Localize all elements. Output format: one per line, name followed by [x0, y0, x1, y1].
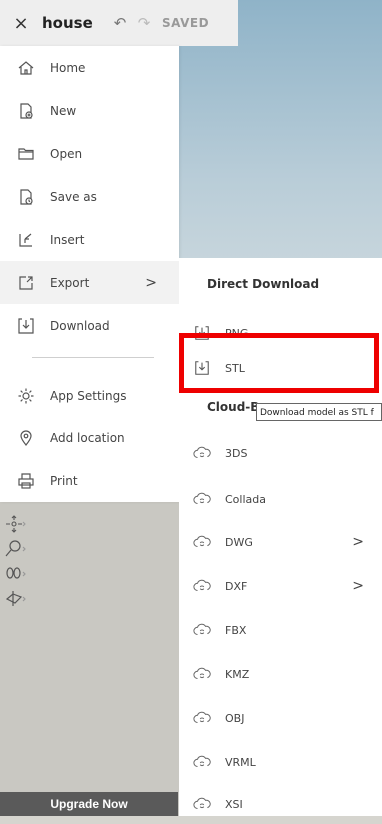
cloud-sync-icon: [193, 753, 211, 771]
section-tool[interactable]: [4, 589, 34, 613]
cloud-sync-icon: [193, 444, 211, 462]
export-item-fbx[interactable]: FBX: [179, 610, 382, 650]
export-item-label: OBJ: [225, 711, 245, 725]
menu-item-label: New: [50, 103, 77, 118]
cloud-sync-icon: [193, 577, 211, 595]
undo-icon[interactable]: ↶: [108, 14, 132, 32]
menu-item-new[interactable]: New: [0, 89, 179, 132]
export-icon: [16, 273, 36, 293]
export-item-xsi[interactable]: XSI: [179, 784, 382, 824]
stl-tooltip: Download model as STL f: [256, 403, 382, 421]
menu-item-label: App Settings: [50, 388, 127, 403]
top-bar: × house ↶ ↷ SAVED: [0, 0, 238, 46]
stl-highlight-box: [179, 333, 379, 393]
menu-item-home[interactable]: Home: [0, 46, 179, 89]
upgrade-now-button[interactable]: Upgrade Now: [0, 792, 178, 816]
export-item-obj[interactable]: OBJ: [179, 698, 382, 738]
export-item-label: Collada: [225, 492, 266, 506]
export-item-label: DWG: [225, 535, 253, 549]
menu-item-add-location[interactable]: Add location: [0, 416, 179, 459]
cloud-sync-icon: [193, 795, 211, 813]
tool-palette: [4, 514, 34, 614]
close-icon[interactable]: ×: [0, 13, 42, 34]
footprints-icon: [4, 564, 26, 588]
main-menu: Home New Open Save as Insert Export > Do…: [0, 46, 179, 502]
cloud-sync-icon: [193, 533, 211, 551]
menu-item-print[interactable]: Print: [0, 459, 179, 502]
direct-download-heading: Direct Download: [207, 277, 320, 291]
export-item-label: 3DS: [225, 446, 248, 460]
export-item-3ds[interactable]: 3DS: [179, 433, 382, 473]
insert-icon: [16, 230, 36, 250]
menu-item-label: Download: [50, 318, 110, 333]
menu-item-download[interactable]: Download: [0, 304, 179, 347]
orbit-icon: [4, 514, 26, 538]
export-item-label: DXF: [225, 579, 248, 593]
chevron-right-icon: >: [145, 274, 157, 291]
export-item-dwg[interactable]: DWG >: [179, 522, 382, 562]
export-item-label: VRML: [225, 755, 256, 769]
folder-icon: [16, 144, 36, 164]
menu-item-export[interactable]: Export >: [0, 261, 179, 304]
download-icon: [16, 316, 36, 336]
printer-icon: [16, 471, 36, 491]
menu-item-label: Insert: [50, 232, 85, 247]
export-item-label: KMZ: [225, 667, 250, 681]
menu-item-insert[interactable]: Insert: [0, 218, 179, 261]
save-status: SAVED: [162, 16, 210, 30]
model-title[interactable]: house: [42, 14, 108, 32]
cloud-sync-icon: [193, 665, 211, 683]
export-item-dxf[interactable]: DXF >: [179, 566, 382, 606]
location-pin-icon: [16, 428, 36, 448]
menu-item-label: Print: [50, 473, 78, 488]
menu-item-open[interactable]: Open: [0, 132, 179, 175]
export-item-vrml[interactable]: VRML: [179, 742, 382, 782]
export-item-label: XSI: [225, 797, 243, 811]
menu-item-app-settings[interactable]: App Settings: [0, 374, 179, 417]
save-as-icon: [16, 187, 36, 207]
menu-item-label: Save as: [50, 189, 97, 204]
walk-tool[interactable]: [4, 564, 34, 588]
redo-icon[interactable]: ↷: [132, 14, 156, 32]
menu-item-label: Export: [50, 275, 90, 290]
menu-item-save-as[interactable]: Save as: [0, 175, 179, 218]
export-item-collada[interactable]: Collada: [179, 479, 382, 519]
section-plane-icon: [4, 589, 26, 613]
menu-item-label: Add location: [50, 430, 125, 445]
export-item-kmz[interactable]: KMZ: [179, 654, 382, 694]
chevron-right-icon: >: [352, 578, 364, 594]
menu-item-label: Open: [50, 146, 83, 161]
menu-divider: [32, 357, 154, 358]
export-item-label: FBX: [225, 623, 247, 637]
new-file-icon: [16, 101, 36, 121]
menu-item-label: Home: [50, 60, 86, 75]
orbit-tool[interactable]: [4, 514, 34, 538]
gear-icon: [16, 386, 36, 406]
cloud-sync-icon: [193, 709, 211, 727]
search-tool[interactable]: [4, 539, 34, 563]
cloud-sync-icon: [193, 490, 211, 508]
cloud-based-heading: Cloud-B: [207, 400, 260, 414]
magnifier-icon: [4, 539, 26, 563]
home-icon: [16, 58, 36, 78]
chevron-right-icon: >: [352, 534, 364, 550]
cloud-sync-icon: [193, 621, 211, 639]
